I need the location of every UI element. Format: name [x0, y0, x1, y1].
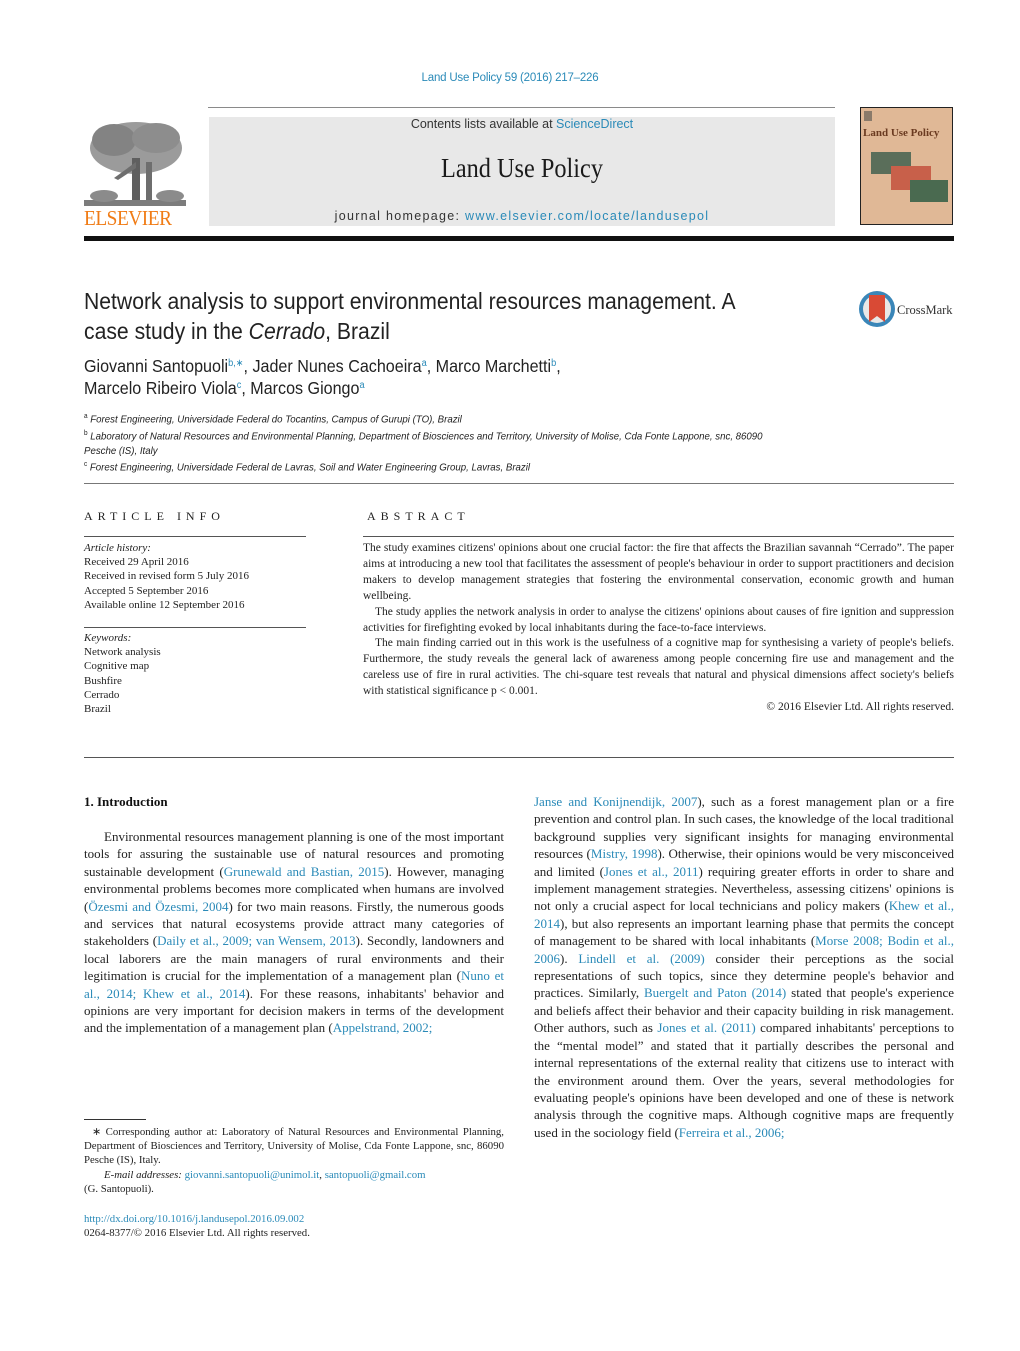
body-paragraph: Janse and Konijnendijk, 2007), such as a… — [534, 793, 954, 1141]
body-column-right: Janse and Konijnendijk, 2007), such as a… — [534, 793, 954, 1141]
keyword-item: Cerrado — [84, 688, 120, 701]
body-text: ). — [560, 950, 579, 966]
section-heading-introduction: 1. Introduction — [84, 794, 168, 809]
header-thick-rule — [84, 236, 954, 241]
crossmark-icon — [859, 291, 895, 327]
article-info-rule — [84, 536, 306, 537]
author-list: Giovanni Santopuolib,∗, Jader Nunes Cach… — [84, 356, 561, 398]
email-link[interactable]: giovanni.santopuoli@unimol.it — [185, 1169, 320, 1181]
history-item: Received in revised form 5 July 2016 — [84, 570, 249, 583]
author-name[interactable]: Marcos Giongo — [250, 378, 359, 398]
header-divider — [208, 107, 835, 108]
corresponding-author-footnote: ∗ Corresponding author at: Laboratory of… — [84, 1126, 504, 1195]
journal-masthead: Contents lists available at ScienceDirec… — [209, 117, 835, 226]
author-affiliation-mark[interactable]: b,∗ — [228, 358, 243, 369]
history-item: Received 29 April 2016 — [84, 556, 189, 569]
cover-logo-icon — [864, 111, 872, 121]
abstract-heading: ABSTRACT — [367, 509, 470, 523]
journal-cover-thumbnail[interactable]: Land Use Policy — [860, 107, 953, 225]
email-link[interactable]: santopuoli@gmail.com — [325, 1169, 426, 1181]
author-affiliation-mark[interactable]: a — [359, 380, 364, 391]
doi-block: http://dx.doi.org/10.1016/j.landusepol.2… — [84, 1212, 310, 1241]
citation-link[interactable]: Mistry, 1998 — [591, 846, 658, 861]
citation-link[interactable]: Ferreira et al., 2006; — [679, 1125, 785, 1140]
author-name[interactable]: Marcelo Ribeiro Viola — [84, 378, 237, 398]
abstract-paragraph: The main finding carried out in this wor… — [363, 637, 954, 698]
section-divider — [84, 483, 954, 484]
footnote-rule — [84, 1119, 146, 1120]
citation-link[interactable]: Appelstrand, 2002; — [333, 1020, 433, 1035]
abstract-paragraph: The study examines citizens' opinions ab… — [363, 542, 954, 602]
citation-link[interactable]: Lindell et al. (2009) — [578, 951, 704, 966]
affiliation-item: a Forest Engineering, Universidade Feder… — [84, 413, 462, 426]
keyword-item: Brazil — [84, 703, 111, 716]
body-divider — [84, 757, 954, 758]
citation-link[interactable]: Jones et al. (2011) — [657, 1020, 755, 1035]
affiliation-item: b Laboratory of Natural Resources and En… — [84, 429, 763, 457]
citation-link[interactable]: Buergelt and Paton (2014) — [644, 985, 786, 1000]
body-paragraph: Environmental resources management plann… — [84, 828, 504, 1037]
citation-link[interactable]: Jones et al., 2011 — [604, 864, 699, 879]
abstract-body: The study examines citizens' opinions ab… — [363, 541, 954, 716]
crossmark-label[interactable]: CrossMark — [897, 303, 953, 318]
journal-citation-link[interactable]: Land Use Policy 59 (2016) 217–226 — [0, 72, 1020, 84]
citation-link[interactable]: Grunewald and Bastian, 2015 — [224, 864, 385, 879]
abstract-copyright: © 2016 Elsevier Ltd. All rights reserved… — [766, 701, 954, 714]
article-title: Network analysis to support environmenta… — [84, 288, 736, 344]
contents-available-line: Contents lists available at ScienceDirec… — [410, 117, 634, 131]
article-info-heading: ARTICLE INFO — [84, 509, 225, 523]
history-item: Available online 12 September 2016 — [84, 598, 245, 611]
journal-homepage-line: journal homepage: www.elsevier.com/locat… — [334, 209, 710, 223]
author-name[interactable]: Marco Marchetti — [436, 356, 551, 376]
affiliation-item: c Forest Engineering, Universidade Feder… — [84, 461, 531, 474]
article-history: Article history: Received 29 April 2016 … — [84, 541, 306, 612]
keywords: Keywords: Network analysis Cognitive map… — [84, 631, 306, 716]
history-item: Accepted 5 September 2016 — [84, 584, 209, 597]
sciencedirect-link[interactable]: ScienceDirect — [556, 117, 633, 131]
abstract-rule — [363, 536, 954, 537]
keyword-item: Cognitive map — [84, 660, 150, 673]
author-affiliation-mark[interactable]: b — [551, 358, 556, 369]
abstract-paragraph: The study applies the network analysis i… — [363, 605, 954, 634]
elsevier-wordmark: ELSEVIER — [84, 206, 172, 230]
doi-link[interactable]: http://dx.doi.org/10.1016/j.landusepol.2… — [84, 1212, 310, 1226]
keyword-item: Bushfire — [84, 674, 122, 687]
crossmark-button[interactable] — [858, 290, 896, 333]
body-text: compared inhabitants' perceptions to the… — [534, 1020, 954, 1140]
affiliations: a Forest Engineering, Universidade Feder… — [84, 410, 783, 475]
cover-title: Land Use Policy — [863, 127, 940, 139]
author-name[interactable]: Giovanni Santopuoli — [84, 356, 228, 376]
keywords-rule — [84, 627, 306, 628]
author-affiliation-mark[interactable]: c — [237, 380, 242, 391]
author-name[interactable]: Jader Nunes Cachoeira — [252, 356, 421, 376]
cover-image-3 — [910, 180, 948, 202]
citation-link[interactable]: Janse and Konijnendijk, 2007 — [534, 794, 697, 809]
citation-link[interactable]: Özesmi and Özesmi, 2004 — [88, 899, 228, 914]
keyword-item: Network analysis — [84, 646, 161, 659]
author-affiliation-mark[interactable]: a — [422, 358, 427, 369]
body-column-left: Environmental resources management plann… — [84, 828, 504, 1037]
issn-copyright: 0264-8377/© 2016 Elsevier Ltd. All right… — [84, 1227, 310, 1240]
journal-homepage-link[interactable]: www.elsevier.com/locate/landusepol — [465, 209, 709, 223]
journal-title: Land Use Policy — [441, 153, 603, 183]
citation-link[interactable]: Daily et al., 2009; van Wensem, 2013 — [157, 933, 356, 948]
